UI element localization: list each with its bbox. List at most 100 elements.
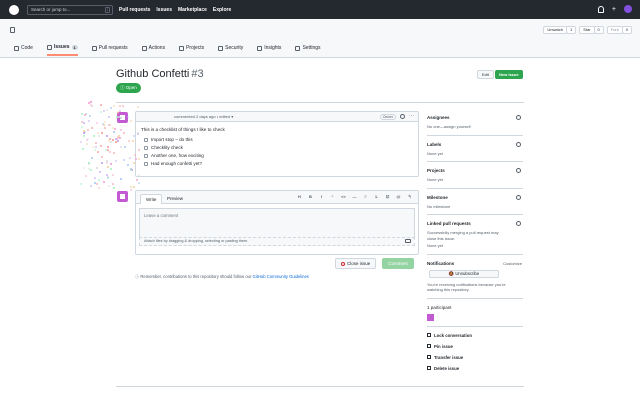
transfer-issue-action[interactable]: Transfer issue xyxy=(427,355,523,360)
nav-marketplace[interactable]: Marketplace xyxy=(178,7,207,13)
delete-issue-action[interactable]: Delete issue xyxy=(427,366,523,371)
close-issue-button[interactable]: Close issue xyxy=(335,258,377,269)
unwatch-button[interactable]: Unwatch xyxy=(543,26,567,34)
fork-button[interactable]: Fork xyxy=(606,26,623,34)
repo-icon xyxy=(10,27,15,33)
tab-label: Actions xyxy=(148,45,166,51)
tab-settings[interactable]: Settings xyxy=(295,44,321,56)
attach-files-bar[interactable]: Attach files by dragging & dropping, sel… xyxy=(139,237,415,246)
mention-icon[interactable]: @ xyxy=(396,194,401,199)
edit-history-caret[interactable]: ▾ xyxy=(231,114,233,119)
confetti-piece xyxy=(100,161,103,164)
task-checkbox[interactable] xyxy=(144,153,148,158)
confetti-piece xyxy=(90,168,93,171)
confetti-piece xyxy=(99,145,102,148)
editor-header: Write Preview H B I “ <> ― ≡ 1. ☑ @ ↰ xyxy=(136,191,418,204)
notifications-bell-icon[interactable] xyxy=(597,5,604,13)
task-checkbox[interactable] xyxy=(144,161,148,166)
action-label: Delete issue xyxy=(434,365,460,371)
link-icon[interactable]: ― xyxy=(352,194,357,199)
status-text: Open xyxy=(125,85,137,90)
tab-issues[interactable]: Issues 1 xyxy=(46,44,78,56)
confetti-piece xyxy=(80,141,82,144)
new-issue-button[interactable]: New issue xyxy=(495,70,523,79)
tab-security[interactable]: Security xyxy=(218,44,243,56)
confetti-piece xyxy=(123,158,126,161)
confetti-piece xyxy=(96,131,99,134)
gear-icon[interactable] xyxy=(516,221,521,226)
tab-code[interactable]: Code xyxy=(14,44,33,56)
italic-icon[interactable]: I xyxy=(319,194,324,199)
star-count[interactable]: 0 xyxy=(593,26,604,34)
tab-actions[interactable]: Actions xyxy=(141,44,166,56)
comment-meta[interactable]: commented 2 days ago • edited xyxy=(174,114,230,119)
tab-projects[interactable]: Projects xyxy=(179,44,204,56)
kebab-menu-icon[interactable]: ··· xyxy=(409,112,414,121)
customize-link[interactable]: Customize xyxy=(503,261,522,266)
search-input[interactable]: Search or jump to... / xyxy=(27,4,113,15)
tab-insights[interactable]: Insights xyxy=(257,44,281,56)
nav-pull-requests[interactable]: Pull requests xyxy=(119,7,150,13)
labels-heading[interactable]: Labels xyxy=(427,142,523,147)
create-new-plus-icon[interactable]: + xyxy=(612,6,616,13)
projects-heading[interactable]: Projects xyxy=(427,168,523,173)
arrow-right-icon xyxy=(427,355,431,359)
trash-icon xyxy=(427,366,431,370)
user-avatar[interactable] xyxy=(624,5,632,13)
numbered-list-icon[interactable]: 1. xyxy=(374,194,379,199)
nav-explore[interactable]: Explore xyxy=(213,7,231,13)
gear-icon[interactable] xyxy=(516,115,521,120)
milestone-heading[interactable]: Milestone xyxy=(427,195,523,200)
lock-conversation-action[interactable]: Lock conversation xyxy=(427,333,523,338)
assignees-heading[interactable]: Assignees xyxy=(427,115,523,120)
quote-icon[interactable]: “ xyxy=(330,194,335,199)
status-badge: ⓘ Open xyxy=(116,83,141,93)
comment-body: This is a checklist of things I like to … xyxy=(136,122,418,174)
task-checkbox[interactable] xyxy=(144,137,148,142)
current-user-avatar[interactable] xyxy=(117,191,128,202)
task-list-icon[interactable]: ☑ xyxy=(385,194,390,199)
tab-pull-requests[interactable]: Pull requests xyxy=(91,44,128,56)
heading-icon[interactable]: H xyxy=(297,194,302,199)
watch-count[interactable]: 1 xyxy=(565,26,577,34)
github-logo-icon[interactable] xyxy=(9,4,19,15)
guidelines-link[interactable]: GitHub Community Guidelines xyxy=(253,274,309,279)
comment-textarea[interactable]: Leave a comment xyxy=(139,208,415,237)
confetti-piece xyxy=(112,187,115,190)
code-icon[interactable]: <> xyxy=(341,194,346,199)
comment-button[interactable]: Comment xyxy=(382,258,414,269)
topbar-right: + xyxy=(597,5,632,13)
confetti-piece xyxy=(93,149,96,152)
linked-prs-hint: Successfully merging a pull request may … xyxy=(427,230,499,241)
assignees-value[interactable]: No one—assign yourself xyxy=(427,124,523,130)
gear-icon[interactable] xyxy=(516,194,521,200)
comment-editor: Write Preview H B I “ <> ― ≡ 1. ☑ @ ↰ Le… xyxy=(135,190,419,255)
task-label: Import stop – do this xyxy=(151,137,193,142)
gear-icon[interactable] xyxy=(516,141,521,147)
confetti-piece xyxy=(100,155,103,158)
fork-count[interactable]: 0 xyxy=(621,26,632,34)
confetti-piece xyxy=(113,105,116,108)
confetti-piece xyxy=(126,163,129,166)
gear-icon[interactable] xyxy=(516,168,521,173)
unsubscribe-button[interactable]: 🔕 Unsubscribe xyxy=(429,269,499,278)
participants-section: 1 participant xyxy=(427,305,523,327)
bold-icon[interactable]: B xyxy=(308,194,313,199)
confetti-piece xyxy=(84,114,87,117)
nav-issues[interactable]: Issues xyxy=(156,7,172,13)
confetti-piece xyxy=(110,167,113,170)
tab-preview[interactable]: Preview xyxy=(162,194,188,204)
pin-issue-action[interactable]: Pin issue xyxy=(427,344,523,349)
bullet-list-icon[interactable]: ≡ xyxy=(363,194,368,199)
star-button[interactable]: Star xyxy=(579,26,595,34)
action-label: Transfer issue xyxy=(434,354,464,360)
task-checkbox[interactable] xyxy=(144,145,148,150)
linked-prs-heading[interactable]: Linked pull requests xyxy=(427,221,523,226)
add-reaction-icon[interactable] xyxy=(400,114,405,119)
confetti-piece xyxy=(98,178,101,181)
confetti-piece xyxy=(111,183,114,186)
edit-title-button[interactable]: Edit xyxy=(477,70,494,79)
reply-icon[interactable]: ↰ xyxy=(407,194,412,199)
participant-avatar[interactable] xyxy=(427,313,434,321)
tab-write[interactable]: Write xyxy=(140,194,163,204)
